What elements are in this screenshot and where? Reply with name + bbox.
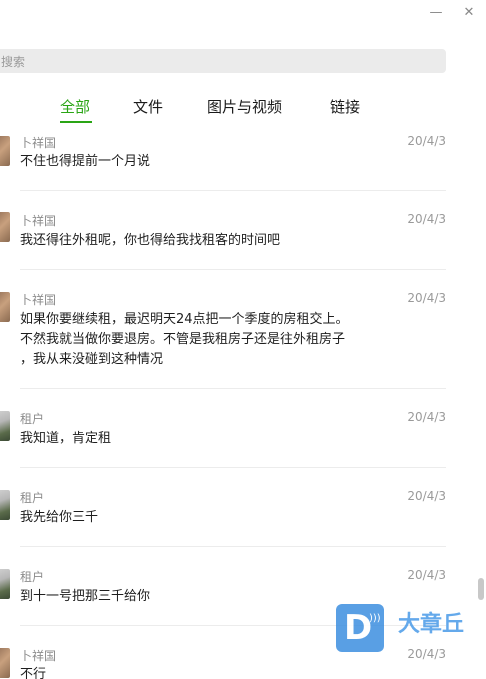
sender-name: 卜祥国 — [20, 293, 57, 307]
message-date: 20/4/3 — [407, 647, 446, 661]
divider — [20, 467, 446, 468]
scrollbar-thumb[interactable] — [478, 578, 484, 600]
message-date: 20/4/3 — [407, 410, 446, 424]
message-date: 20/4/3 — [407, 568, 446, 582]
message-date: 20/4/3 — [407, 134, 446, 148]
message-date: 20/4/3 — [407, 291, 446, 305]
message-text: 我还得往外租呢，你也得给我找租客的时间吧 — [20, 233, 281, 248]
avatar — [0, 136, 10, 166]
watermark-logo-letter: D — [344, 608, 373, 648]
tab-active-underline — [60, 121, 92, 123]
sender-name: 租户 — [20, 412, 45, 426]
sender-name: 租户 — [20, 491, 45, 505]
close-button[interactable]: ✕ — [459, 4, 479, 22]
avatar — [0, 411, 10, 441]
search-placeholder: 搜索 — [1, 55, 26, 69]
message-text: 我先给你三千 — [20, 510, 99, 525]
watermark-logo: D ))) — [336, 604, 384, 652]
message-text: 我知道，肯定租 — [20, 431, 112, 446]
sender-name: 卜祥国 — [20, 214, 57, 228]
watermark-text: 大章丘 — [398, 612, 465, 637]
signal-icon: ))) — [369, 613, 381, 624]
message-text: 不住也得提前一个月说 — [20, 154, 151, 169]
message-text: 如果你要继续租，最迟明天24点把一个季度的房租交上。 不然我就当做你要退房。不管… — [20, 312, 349, 367]
sender-name: 卜祥国 — [20, 649, 57, 663]
tab-images-videos[interactable]: 图片与视频 — [207, 96, 282, 117]
message-list: 卜祥国 20/4/3 不住也得提前一个月说 卜祥国 20/4/3 我还得往外租呢… — [0, 128, 486, 679]
avatar — [0, 648, 10, 678]
avatar — [0, 212, 10, 242]
tab-all[interactable]: 全部 — [60, 96, 90, 117]
tab-links[interactable]: 链接 — [330, 96, 360, 117]
tab-bar: 全部 文件 图片与视频 链接 — [0, 96, 486, 126]
divider — [20, 546, 446, 547]
message-date: 20/4/3 — [407, 212, 446, 226]
tab-files[interactable]: 文件 — [133, 96, 163, 117]
avatar — [0, 569, 10, 599]
sender-name: 卜祥国 — [20, 136, 57, 150]
message-text: 不行 — [20, 667, 47, 679]
avatar — [0, 292, 10, 322]
divider — [20, 388, 446, 389]
divider — [20, 190, 446, 191]
message-date: 20/4/3 — [407, 489, 446, 503]
search-input[interactable]: 搜索 — [0, 49, 446, 73]
avatar — [0, 490, 10, 520]
divider — [20, 269, 446, 270]
minimize-button[interactable]: — — [426, 4, 446, 22]
title-bar: — ✕ — [0, 0, 486, 28]
sender-name: 租户 — [20, 570, 45, 584]
